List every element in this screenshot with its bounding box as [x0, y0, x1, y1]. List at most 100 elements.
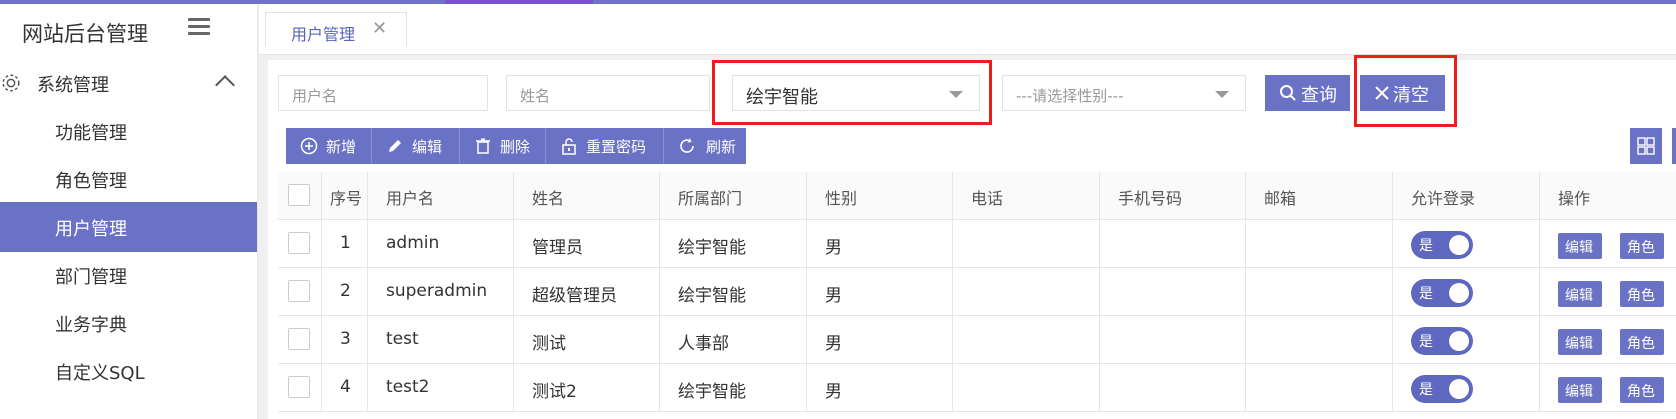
header-cell: 手机号码 [1099, 172, 1245, 220]
toggle-knob [1449, 331, 1469, 351]
row-number-cell: 4 [321, 364, 367, 412]
row-number-cell: 1 [321, 220, 367, 268]
actions-cell: 编辑 角色 [1539, 364, 1676, 412]
header-select-all [278, 172, 321, 220]
add-button[interactable]: 新增 [286, 128, 372, 164]
header-cell: 操作 [1539, 172, 1676, 220]
select-all-checkbox[interactable] [288, 184, 310, 206]
delete-button[interactable]: 删除 [460, 128, 546, 164]
no-text: 1 [340, 233, 351, 253]
allow-login-toggle[interactable]: 是 [1411, 327, 1473, 355]
email-cell [1245, 220, 1392, 268]
op_edit-text: 编辑 [1565, 288, 1593, 304]
name-text: 测试2 [532, 382, 577, 402]
table-row[interactable]: 4 test2 测试2 绘宇智能 男 是 编辑 角色 [278, 364, 1676, 412]
username-cell: test2 [367, 364, 513, 412]
dept-text: 绘宇智能 [678, 286, 746, 306]
header-label: 操作 [1558, 189, 1591, 208]
sidebar-item-departments[interactable]: 部门管理 [0, 250, 257, 300]
table-toolbar: 新增 编辑 删除 重置密码 刷新 [286, 128, 746, 164]
export-button[interactable] [1672, 128, 1676, 164]
toggle-knob [1449, 283, 1469, 303]
allow-login-toggle[interactable]: 是 [1411, 231, 1473, 259]
email-cell [1245, 316, 1392, 364]
header-label: 所属部门 [678, 189, 743, 208]
table-header-row: 序号 用户名 姓名 所属部门 性别 电话 手机号码 邮箱 允许登录 操作 [278, 172, 1676, 220]
table-row[interactable]: 3 test 测试 人事部 男 是 编辑 角色 [278, 316, 1676, 364]
row-edit-button[interactable]: 编辑 [1558, 377, 1602, 403]
row-edit-button[interactable]: 编辑 [1558, 329, 1602, 355]
allow-login-toggle[interactable]: 是 [1411, 375, 1473, 403]
actions-cell: 编辑 角色 [1539, 316, 1676, 364]
row-checkbox[interactable] [288, 328, 310, 350]
email-cell [1245, 364, 1392, 412]
query-button[interactable]: 查询 [1265, 75, 1350, 111]
allow-login-toggle[interactable]: 是 [1411, 279, 1473, 307]
header-label: 手机号码 [1118, 189, 1183, 208]
name-cell: 测试2 [513, 364, 659, 412]
sidebar-group-system[interactable]: 系统管理 [0, 60, 257, 106]
sidebar-item-label: 部门管理 [55, 267, 127, 288]
row-edit-button[interactable]: 编辑 [1558, 233, 1602, 259]
row-edit-button[interactable]: 编辑 [1558, 281, 1602, 307]
columns-button[interactable] [1630, 128, 1662, 164]
tab-user-management[interactable]: 用户管理 ✕ [265, 12, 407, 46]
row-checkbox[interactable] [288, 280, 310, 302]
mobile-cell [1099, 364, 1245, 412]
username-cell: test [367, 316, 513, 364]
login-cell: 是 [1392, 268, 1539, 316]
op_edit-text: 编辑 [1565, 336, 1593, 352]
header-cell: 用户名 [367, 172, 513, 220]
trash-icon [476, 138, 490, 154]
refresh-label: 刷新 [706, 138, 737, 156]
sidebar-item-custom-sql[interactable]: 自定义SQL [0, 346, 257, 396]
row-role-button[interactable]: 角色 [1620, 329, 1664, 355]
department-cell: 人事部 [659, 316, 806, 364]
pencil-icon [389, 140, 401, 152]
chevron-down-icon [1215, 91, 1229, 98]
row-checkbox[interactable] [288, 232, 310, 254]
sidebar-group-label: 系统管理 [37, 75, 109, 96]
row-role-button[interactable]: 角色 [1620, 377, 1664, 403]
name-cell: 管理员 [513, 220, 659, 268]
header-cell: 姓名 [513, 172, 659, 220]
reset-password-label: 重置密码 [586, 138, 647, 156]
sidebar-item-dictionary[interactable]: 业务字典 [0, 298, 257, 348]
gear-icon [2, 74, 20, 92]
row-checkbox[interactable] [288, 376, 310, 398]
chevron-up-icon[interactable] [215, 75, 235, 95]
no-text: 4 [340, 377, 351, 397]
table-row[interactable]: 2 superadmin 超级管理员 绘宇智能 男 是 编辑 角色 [278, 268, 1676, 316]
sidebar-item-roles[interactable]: 角色管理 [0, 154, 257, 204]
sidebar: 网站后台管理 系统管理 功能管理 角色管理 用户管理 部门管理 业务字典 自定义… [0, 4, 258, 419]
toggle-label: 是 [1419, 238, 1433, 254]
header-cell: 序号 [321, 172, 367, 220]
gender-select[interactable]: ---请选择性别--- [1002, 75, 1246, 111]
username-input[interactable]: 用户名 [278, 75, 488, 111]
columns-icon [1637, 137, 1655, 155]
name-input[interactable]: 姓名 [506, 75, 710, 111]
sidebar-item-label: 业务字典 [55, 315, 127, 336]
row-select-cell [278, 364, 321, 412]
refresh-button[interactable]: 刷新 [664, 128, 746, 164]
toggle-label: 是 [1419, 334, 1433, 350]
row-role-button[interactable]: 角色 [1620, 281, 1664, 307]
edit-button[interactable]: 编辑 [372, 128, 460, 164]
gender-cell: 男 [806, 268, 952, 316]
dept-text: 人事部 [678, 334, 729, 354]
name-text: 测试 [532, 334, 566, 354]
phone-cell [952, 316, 1099, 364]
header-label: 用户名 [386, 189, 435, 208]
tab-label: 用户管理 [291, 25, 356, 44]
users-table: 序号 用户名 姓名 所属部门 性别 电话 手机号码 邮箱 允许登录 操作 1 a… [278, 172, 1676, 419]
close-icon[interactable]: ✕ [372, 18, 387, 39]
row-role-button[interactable]: 角色 [1620, 233, 1664, 259]
sidebar-item-functions[interactable]: 功能管理 [0, 106, 257, 156]
highlight-box-department [712, 60, 992, 125]
op_edit-text: 编辑 [1565, 240, 1593, 256]
menu-icon[interactable] [188, 18, 210, 36]
table-row[interactable]: 1 admin 管理员 绘宇智能 男 是 编辑 角色 [278, 220, 1676, 268]
reset-password-button[interactable]: 重置密码 [546, 128, 664, 164]
sidebar-item-users[interactable]: 用户管理 [0, 202, 257, 252]
row-select-cell [278, 268, 321, 316]
